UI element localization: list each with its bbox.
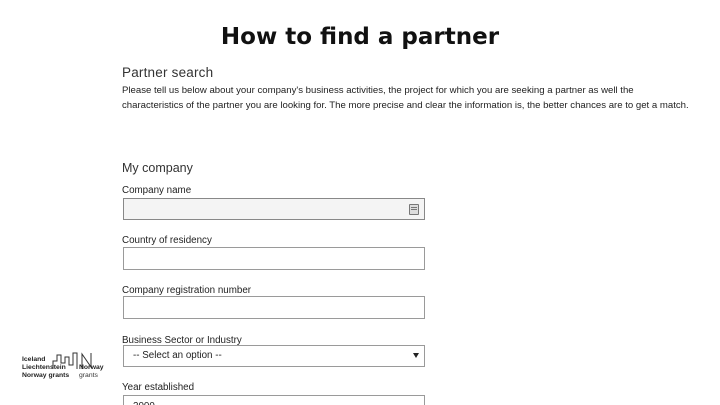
partner-search-form: Partner search Please tell us below abou… [120, 62, 700, 405]
sector-select-value: -- Select an option -- [133, 350, 222, 361]
eea-norway-grants-logo: Iceland Liechtenstein Norway grants Norw… [22, 352, 110, 392]
slide-title: How to find a partner [220, 24, 500, 50]
country-input[interactable] [123, 247, 425, 270]
form-intro: Please tell us below about your company'… [122, 85, 689, 111]
autofill-card-icon[interactable] [409, 204, 419, 215]
company-name-label: Company name [122, 185, 192, 196]
form-heading: Partner search [122, 65, 214, 80]
skyline-mark-icon [52, 352, 78, 369]
registration-label: Company registration number [122, 285, 252, 296]
year-value: 2000 [133, 401, 155, 405]
year-input[interactable]: 2000 [123, 395, 425, 405]
logo-line-1: Iceland [22, 356, 46, 363]
logo-line-3: Norway grants [22, 372, 70, 379]
sector-select[interactable]: -- Select an option -- [123, 345, 425, 367]
section-heading-my-company: My company [122, 161, 193, 175]
year-label: Year established [122, 382, 195, 393]
logo-norway-1: Norway [79, 364, 104, 371]
registration-input[interactable] [123, 296, 425, 319]
chevron-down-icon [413, 353, 419, 358]
country-label: Country of residency [122, 235, 212, 246]
company-name-input[interactable] [123, 198, 425, 220]
logo-norway-2: grants [79, 372, 98, 379]
